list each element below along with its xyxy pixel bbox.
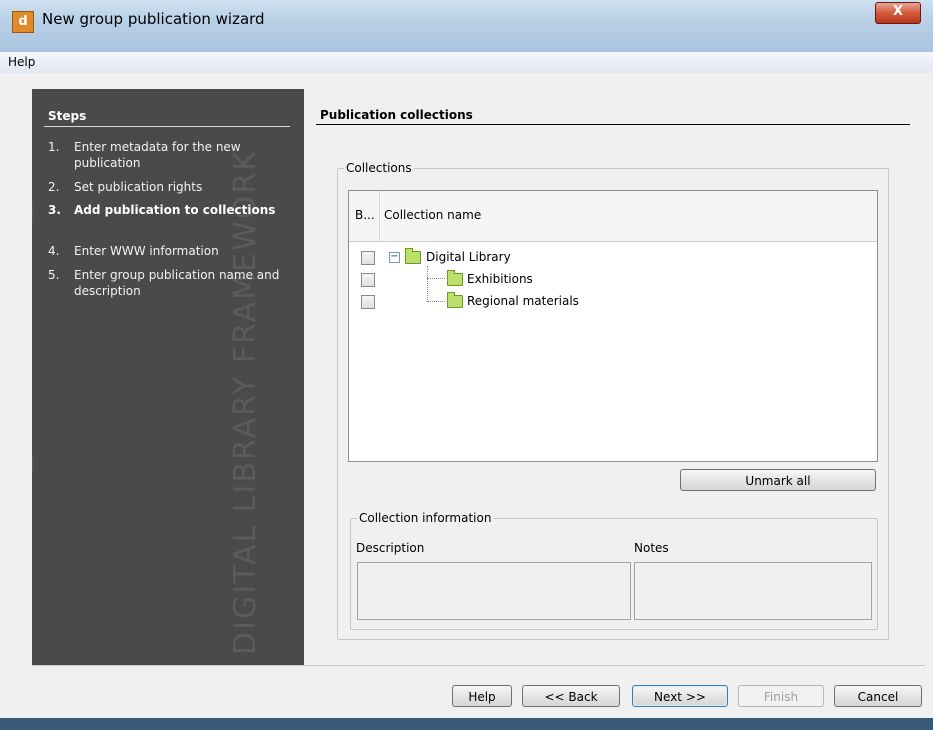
wizard-window: d New group publication wizard X Help dL…: [0, 0, 933, 730]
title-bar: d New group publication wizard X: [0, 0, 933, 53]
row-checkbox[interactable]: [361, 251, 375, 265]
step-label: Enter metadata for the new publication: [74, 140, 241, 170]
steps-panel: dLibra DIGITAL LIBRARY FRAMEWORK Steps 1…: [32, 89, 304, 665]
table-header: B... Collection name: [349, 191, 877, 242]
close-button[interactable]: X: [875, 2, 921, 24]
finish-button: Finish: [738, 685, 824, 707]
step-label: Enter WWW information: [74, 244, 219, 258]
step-number: 1.: [48, 140, 60, 154]
column-header-collection-name[interactable]: Collection name: [380, 191, 877, 241]
step-number: 4.: [48, 244, 60, 258]
folder-icon: [447, 270, 463, 286]
menu-bar: Help: [0, 52, 933, 74]
footer-divider: [32, 665, 925, 666]
table-row[interactable]: − Digital Library: [349, 248, 877, 267]
description-field[interactable]: [357, 562, 631, 620]
steps-divider: [44, 126, 290, 127]
title-divider: [316, 124, 910, 125]
folder-icon: [405, 248, 421, 264]
unmark-all-button[interactable]: Unmark all: [680, 469, 876, 491]
column-header-checkbox[interactable]: B...: [349, 191, 380, 241]
column-header-label: Collection name: [384, 208, 482, 222]
next-button[interactable]: Next >>: [632, 685, 728, 707]
step-label: Set publication rights: [74, 180, 203, 194]
notes-field[interactable]: [634, 562, 872, 620]
page-title: Publication collections: [320, 108, 473, 122]
cancel-button[interactable]: Cancel: [834, 685, 922, 707]
row-checkbox[interactable]: [361, 295, 375, 309]
window-title: New group publication wizard: [42, 10, 265, 28]
step-number: 3.: [48, 203, 61, 217]
steps-title: Steps: [48, 109, 87, 123]
collection-name: Exhibitions: [467, 272, 533, 286]
collection-name: Regional materials: [467, 294, 579, 308]
notes-label: Notes: [634, 541, 669, 555]
taskbar-strip: [0, 718, 933, 730]
row-checkbox[interactable]: [361, 273, 375, 287]
collapse-icon[interactable]: −: [389, 252, 400, 263]
table-row[interactable]: Regional materials: [349, 292, 877, 311]
table-row[interactable]: Exhibitions: [349, 270, 877, 289]
collections-table[interactable]: B... Collection name − Digital Library E…: [348, 190, 878, 462]
folder-icon: [447, 292, 463, 308]
app-icon: d: [12, 11, 34, 33]
description-label: Description: [356, 541, 425, 555]
help-button[interactable]: Help: [452, 685, 512, 707]
collection-info-legend: Collection information: [357, 511, 494, 525]
collections-legend: Collections: [344, 161, 414, 175]
collection-name: Digital Library: [426, 250, 511, 264]
back-button[interactable]: << Back: [522, 685, 620, 707]
menu-help[interactable]: Help: [8, 55, 35, 69]
step-label: Enter group publication name and descrip…: [74, 268, 280, 298]
column-header-label: B...: [355, 208, 375, 222]
step-number: 5.: [48, 268, 60, 282]
step-number: 2.: [48, 180, 60, 194]
step-label: Add publication to collections: [74, 203, 276, 217]
